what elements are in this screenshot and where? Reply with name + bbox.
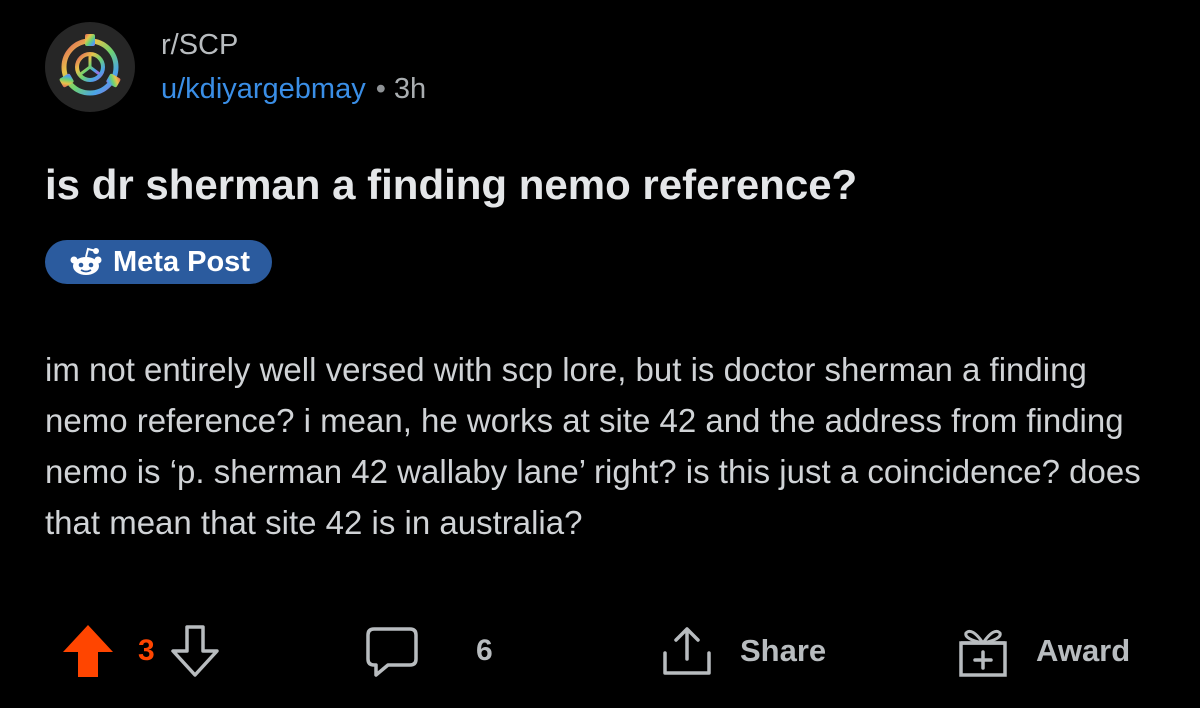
post-title[interactable]: is dr sherman a finding nemo reference? [45,160,1155,210]
share-button[interactable]: Share [660,616,826,686]
gift-box-icon [956,623,1010,679]
author-username[interactable]: u/kdiyargebmay [161,73,366,105]
upvote-button[interactable] [60,622,116,680]
subreddit-avatar[interactable] [45,22,135,112]
post-meta: r/SCP u/kdiyargebmay • 3h [161,28,426,106]
comment-count: 6 [476,634,493,667]
award-button[interactable]: Award [956,616,1130,686]
share-upload-icon [660,623,714,679]
arrow-down-outline-icon [170,625,219,677]
vote-score: 3 [138,634,155,667]
vote-controls: 3 [60,616,221,686]
comments-button[interactable]: 6 [364,616,493,686]
speech-bubble-icon [364,623,420,679]
action-bar: 3 6 Share Award [0,616,1200,686]
flair-label: Meta Post [113,245,250,278]
post-timestamp: 3h [393,73,427,105]
share-label: Share [740,633,827,668]
scp-logo-icon [59,34,121,96]
subreddit-name[interactable]: r/SCP [161,28,426,62]
award-label: Award [1036,633,1131,668]
arrow-up-filled-icon [63,625,113,677]
author-line: u/kdiyargebmay • 3h [161,72,426,106]
downvote-button[interactable] [169,623,221,679]
separator-dot: • [375,73,386,105]
reddit-snoo-icon [69,245,103,279]
post-body: im not entirely well versed with scp lor… [45,351,1141,541]
post-flair[interactable]: Meta Post [45,240,272,284]
